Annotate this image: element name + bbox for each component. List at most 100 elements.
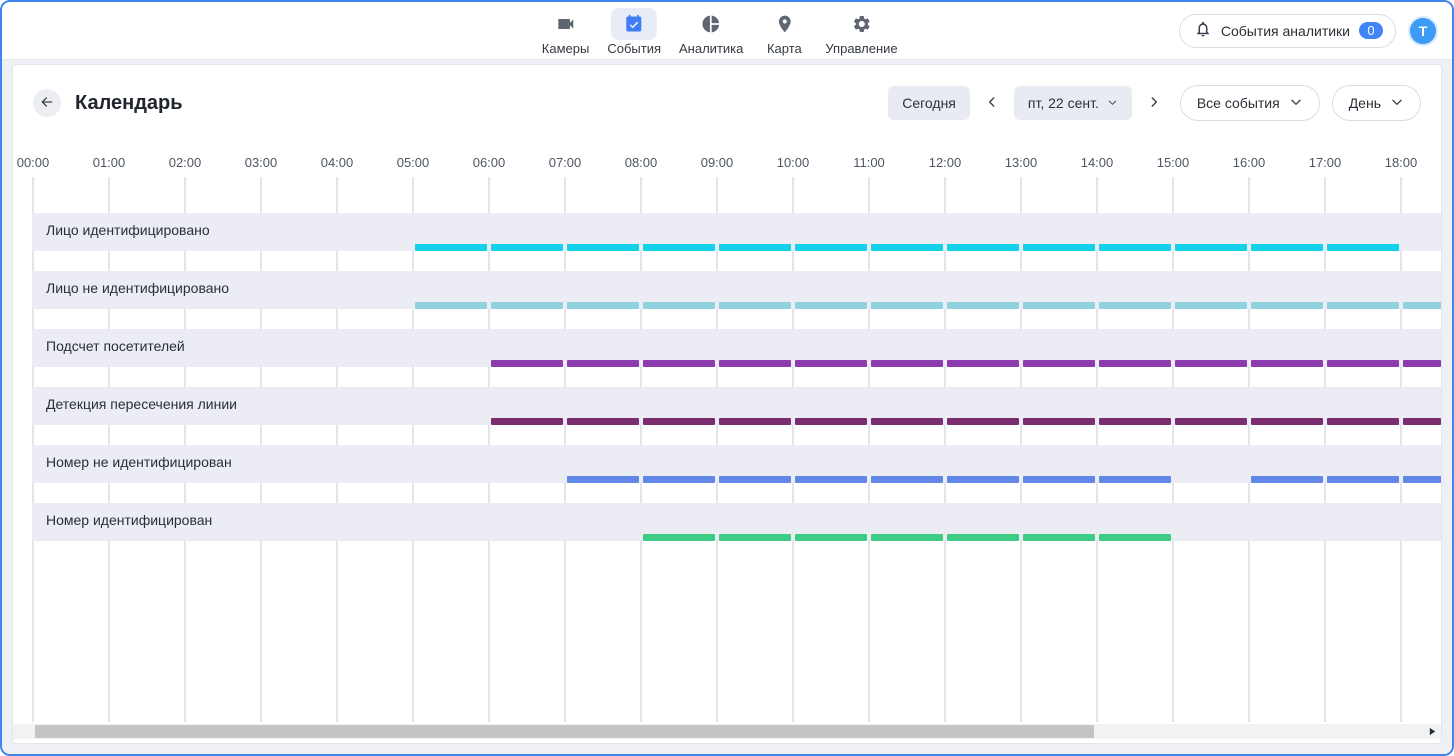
scale-selector[interactable]: День — [1332, 85, 1421, 121]
event-bar-segment[interactable] — [719, 476, 791, 483]
event-bar-segment[interactable] — [1099, 476, 1171, 483]
event-bar-segment[interactable] — [491, 244, 563, 251]
event-bar-segment[interactable] — [1327, 360, 1399, 367]
event-bar-segment[interactable] — [643, 244, 715, 251]
chevron-right-icon — [1147, 95, 1161, 112]
event-bar-segment[interactable] — [947, 418, 1019, 425]
event-bar-segment[interactable] — [491, 360, 563, 367]
back-button[interactable] — [33, 89, 61, 117]
event-bar-segment[interactable] — [795, 244, 867, 251]
nav-items: КамерыСобытияАналитика Карта Управление — [538, 4, 902, 58]
event-bar-segment[interactable] — [871, 476, 943, 483]
nav-item-analytics[interactable]: Аналитика — [675, 4, 747, 58]
event-bar-segment[interactable] — [1175, 302, 1247, 309]
scrollbar-thumb[interactable] — [35, 725, 1094, 738]
event-bar-segment[interactable] — [415, 244, 487, 251]
event-bar-segment[interactable] — [1175, 418, 1247, 425]
chevron-down-icon — [1289, 95, 1303, 112]
event-bar-segment[interactable] — [1403, 476, 1441, 483]
event-bar-segment[interactable] — [1251, 302, 1323, 309]
hour-label: 16:00 — [1233, 155, 1266, 170]
timeline-row-label: Лицо идентифицировано — [46, 222, 210, 238]
event-bar-segment[interactable] — [947, 302, 1019, 309]
event-bar-segment[interactable] — [795, 534, 867, 541]
event-bar-segment[interactable] — [643, 302, 715, 309]
hour-label: 13:00 — [1005, 155, 1038, 170]
event-bar-segment[interactable] — [1251, 476, 1323, 483]
event-bar-segment[interactable] — [491, 302, 563, 309]
top-navigation: КамерыСобытияАналитика Карта Управление Со… — [2, 2, 1452, 60]
event-bar-segment[interactable] — [1403, 302, 1441, 309]
event-bar-segment[interactable] — [643, 476, 715, 483]
event-bar-segment[interactable] — [871, 360, 943, 367]
event-bar-segment[interactable] — [415, 302, 487, 309]
event-bar-segment[interactable] — [1403, 418, 1441, 425]
event-bar-segment[interactable] — [795, 476, 867, 483]
event-bar-segment[interactable] — [1099, 302, 1171, 309]
hour-axis: 00:0001:0002:0003:0004:0005:0006:0007:00… — [13, 155, 1441, 175]
horizontal-scrollbar[interactable] — [13, 724, 1441, 739]
event-bar-segment[interactable] — [643, 534, 715, 541]
event-bar-segment[interactable] — [567, 418, 639, 425]
nav-item-cameras[interactable]: Камеры — [538, 4, 594, 58]
event-bar-segment[interactable] — [871, 534, 943, 541]
event-bar-segment[interactable] — [947, 476, 1019, 483]
event-bar-segment[interactable] — [1023, 302, 1095, 309]
event-bar-segment[interactable] — [871, 244, 943, 251]
event-bar-segment[interactable] — [719, 244, 791, 251]
event-bar-segment[interactable] — [567, 302, 639, 309]
nav-item-events[interactable]: События — [603, 4, 665, 58]
nav-item-map[interactable]: Карта — [757, 4, 811, 58]
event-bar-segment[interactable] — [1251, 244, 1323, 251]
event-bar-segment[interactable] — [947, 534, 1019, 541]
event-bar-segment[interactable] — [719, 418, 791, 425]
event-bar-segment[interactable] — [1327, 244, 1399, 251]
event-bar-segment[interactable] — [1023, 360, 1095, 367]
event-bar-segment[interactable] — [1023, 244, 1095, 251]
event-bar-segment[interactable] — [1023, 534, 1095, 541]
timeline-row-label: Лицо не идентифицировано — [46, 280, 229, 296]
date-selector[interactable]: пт, 22 сент. — [1014, 86, 1132, 120]
event-type-filter[interactable]: Все события — [1180, 85, 1320, 121]
event-bar-segment[interactable] — [1099, 244, 1171, 251]
event-bar-segment[interactable] — [1099, 534, 1171, 541]
event-bar-segment[interactable] — [567, 476, 639, 483]
event-bar-segment[interactable] — [947, 244, 1019, 251]
event-bar-segment[interactable] — [1403, 360, 1441, 367]
event-bar-segment[interactable] — [719, 534, 791, 541]
calendar-card: Календарь Сегодня пт, 22 сент. — [12, 64, 1442, 744]
event-bar-segment[interactable] — [795, 360, 867, 367]
event-bar-segment[interactable] — [1175, 360, 1247, 367]
event-bar-segment[interactable] — [1251, 360, 1323, 367]
event-bar-segment[interactable] — [1175, 244, 1247, 251]
event-bar-segment[interactable] — [1099, 360, 1171, 367]
event-bar-segment[interactable] — [947, 360, 1019, 367]
event-bar-segment[interactable] — [871, 302, 943, 309]
event-bar-segment[interactable] — [1023, 476, 1095, 483]
next-day-button[interactable] — [1140, 89, 1168, 117]
event-bar-segment[interactable] — [1327, 476, 1399, 483]
event-bar-segment[interactable] — [795, 302, 867, 309]
event-bar-segment[interactable] — [719, 302, 791, 309]
event-bar-segment[interactable] — [643, 418, 715, 425]
event-bar-segment[interactable] — [1099, 418, 1171, 425]
event-bar-segment[interactable] — [491, 418, 563, 425]
event-bar-segment[interactable] — [719, 360, 791, 367]
event-bar-segment[interactable] — [871, 418, 943, 425]
event-bar-segment[interactable] — [1327, 302, 1399, 309]
user-avatar[interactable]: T — [1408, 16, 1438, 46]
hour-label: 04:00 — [321, 155, 354, 170]
event-bar-segment[interactable] — [1023, 418, 1095, 425]
event-bar-segment[interactable] — [567, 360, 639, 367]
event-bar-segment[interactable] — [567, 244, 639, 251]
event-bar-segment[interactable] — [643, 360, 715, 367]
event-bar-segment[interactable] — [795, 418, 867, 425]
nav-item-management[interactable]: Управление — [821, 4, 901, 58]
today-button[interactable]: Сегодня — [888, 86, 970, 120]
scroll-right-arrow-icon[interactable] — [1426, 725, 1439, 738]
prev-day-button[interactable] — [978, 89, 1006, 117]
event-bar-segment[interactable] — [1327, 418, 1399, 425]
event-bar-segment[interactable] — [1251, 418, 1323, 425]
analytics-events-button[interactable]: События аналитики 0 — [1179, 14, 1396, 48]
nav-item-label: Карта — [767, 41, 802, 56]
